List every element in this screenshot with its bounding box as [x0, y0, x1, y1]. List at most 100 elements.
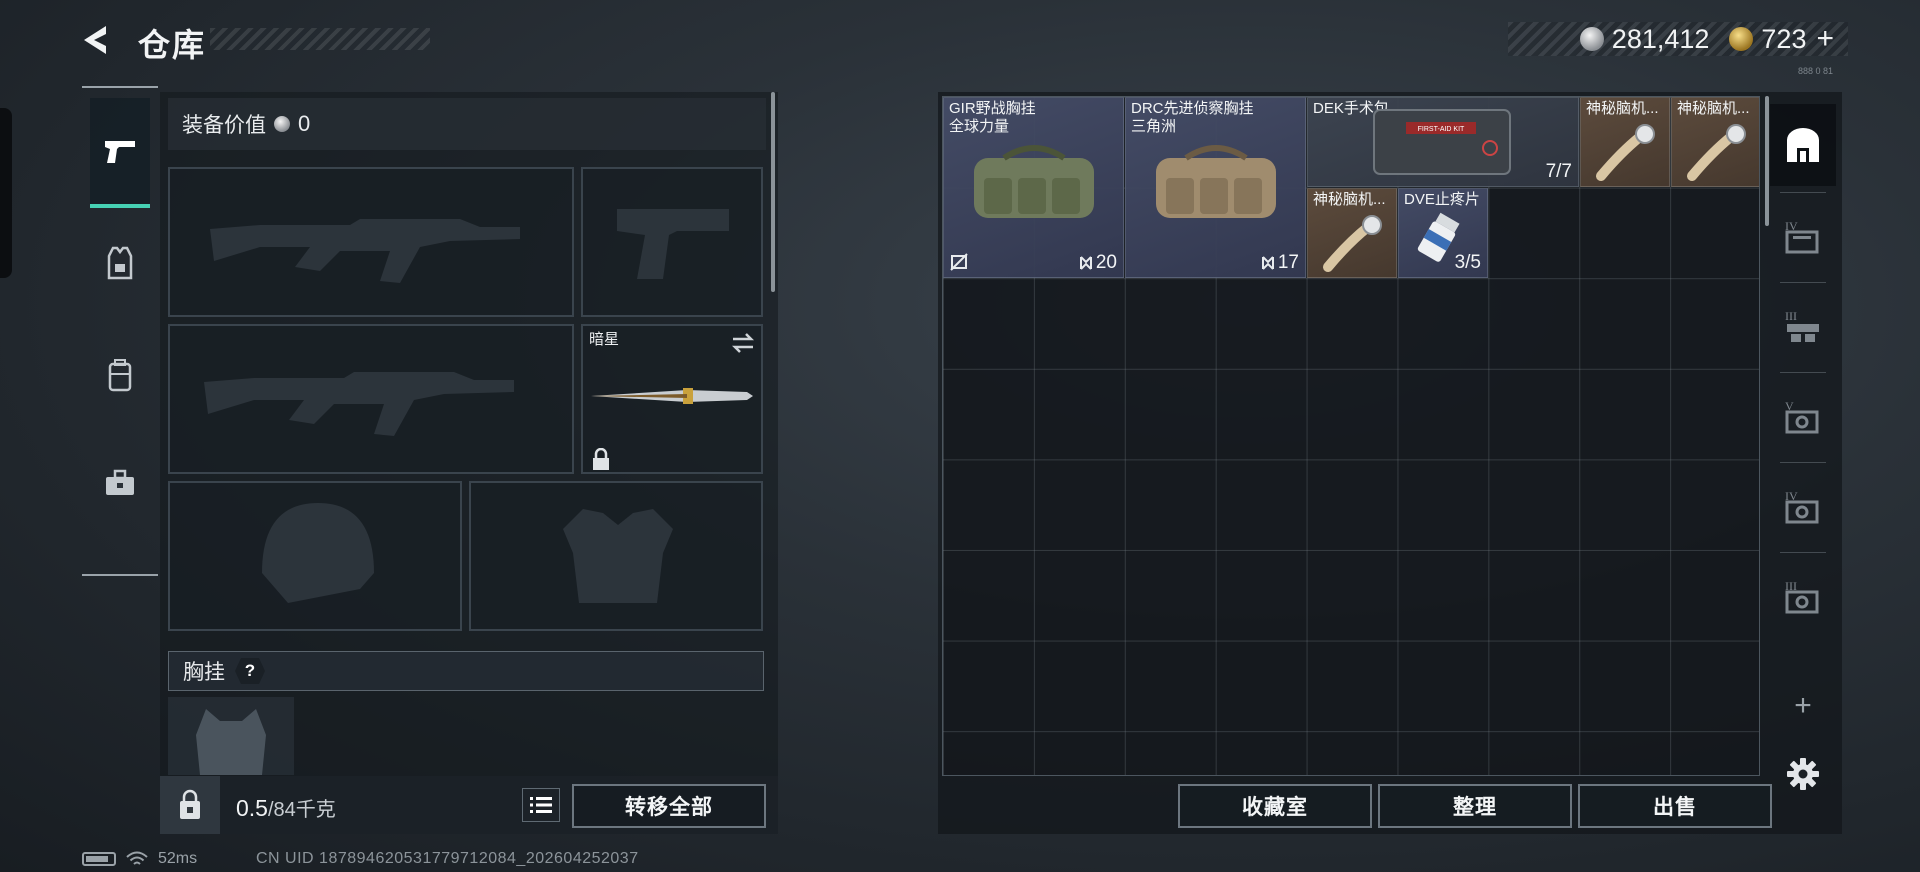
- help-icon[interactable]: ?: [235, 658, 265, 684]
- brain-chip-image: [1596, 124, 1655, 181]
- gold-balance: 723: [1761, 23, 1807, 54]
- weight-total: /84千克: [267, 799, 336, 821]
- chest-rig-image: [1156, 145, 1276, 218]
- backpack-icon: [108, 359, 132, 392]
- weight-current: 0.5: [236, 795, 268, 821]
- rifle-silhouette-icon: [204, 372, 514, 436]
- silver-coin-icon: [274, 116, 290, 132]
- tab-stash[interactable]: [1770, 104, 1836, 186]
- item-name: DRC先进侦察胸挂: [1131, 100, 1254, 117]
- durability-icon: [1261, 256, 1274, 270]
- bag-lock-icon: [180, 789, 200, 819]
- rig-silhouette-icon: [196, 709, 266, 775]
- grid-item[interactable]: DVE止疼片 3/5: [1398, 188, 1488, 278]
- equipment-value-bar: 装备价值 0: [168, 98, 766, 150]
- helmet-slot[interactable]: [168, 481, 462, 631]
- container-iii-b-icon: III: [1785, 579, 1819, 614]
- item-name: GIR野战胸挂: [949, 100, 1036, 117]
- status-bar: 52ms: [82, 850, 197, 868]
- toolbox-icon: [106, 469, 134, 495]
- kit-label: FIRST-AID KIT: [1418, 126, 1465, 133]
- category-backpack[interactable]: [90, 320, 150, 430]
- item-count: 3/5: [1454, 252, 1481, 273]
- equipment-value: 0: [298, 111, 311, 136]
- container-iv-icon: IV: [1785, 219, 1819, 254]
- sort-button[interactable]: 整理: [1378, 784, 1572, 828]
- weight-lock-button[interactable]: [160, 776, 220, 834]
- storage-grid[interactable]: GIR野战胸挂 全球力量 20 DRC先进侦察胸挂 三角洲 17 DEK手术包 …: [942, 96, 1760, 776]
- gear-icon: [1787, 758, 1819, 790]
- page-title: 仓库: [138, 27, 207, 63]
- storage-tabs: IV III V IV III +: [1770, 96, 1836, 834]
- rifle-silhouette-icon: [210, 219, 520, 283]
- transfer-all-button[interactable]: 转移全部: [572, 784, 766, 828]
- add-container-button[interactable]: +: [1770, 676, 1836, 736]
- melee-slot[interactable]: 暗星: [581, 324, 763, 474]
- back-arrow-icon: [84, 26, 106, 54]
- item-count: 7/7: [1545, 161, 1572, 182]
- stash-icon: [1787, 128, 1819, 162]
- equipment-value-label: 装备价值: [182, 114, 266, 137]
- grid-item[interactable]: 神秘脑机...: [1307, 188, 1397, 278]
- tab-container-iv-b[interactable]: IV: [1770, 466, 1836, 548]
- pistol-icon: [105, 141, 135, 163]
- settings-button[interactable]: [1770, 744, 1836, 804]
- grid-item[interactable]: DEK手术包 FIRST-AID KIT 7/7: [1307, 97, 1579, 187]
- silver-coin-icon: [1579, 27, 1604, 51]
- build-id: 888 0 81: [1798, 66, 1834, 76]
- storage-scrollbar[interactable]: [1765, 96, 1769, 226]
- list-view-button[interactable]: [522, 788, 560, 822]
- sidearm-slot[interactable]: [581, 167, 763, 317]
- armor-vest-icon: [107, 246, 133, 280]
- title-decoration: [210, 28, 430, 50]
- item-durability: 20: [1095, 252, 1117, 273]
- weight-readout: 0.5/84千克: [236, 793, 336, 822]
- back-button[interactable]: [80, 22, 116, 58]
- vault-button[interactable]: 收藏室: [1178, 784, 1372, 828]
- item-durability: 17: [1277, 252, 1299, 273]
- sell-button[interactable]: 出售: [1578, 784, 1772, 828]
- melee-name: 暗星: [589, 331, 620, 348]
- secondary-weapon-slot[interactable]: [168, 324, 574, 474]
- gold-coin-icon: [1729, 27, 1754, 51]
- add-currency-button[interactable]: +: [1816, 22, 1834, 56]
- grid-item[interactable]: 神秘脑机...: [1580, 97, 1670, 187]
- tab-container-iii-b[interactable]: III: [1770, 556, 1836, 638]
- container-v-icon: V: [1785, 399, 1819, 434]
- category-armor[interactable]: [90, 208, 150, 318]
- body-armor-slot[interactable]: [469, 481, 763, 631]
- knife-icon: [591, 388, 753, 404]
- grid-item[interactable]: DRC先进侦察胸挂 三角洲 17: [1125, 97, 1306, 278]
- edge-handle: [0, 108, 12, 278]
- tab-container-v[interactable]: V: [1770, 376, 1836, 458]
- swap-icon[interactable]: [731, 332, 755, 354]
- equipment-scrollbar[interactable]: [771, 92, 775, 292]
- category-weapons[interactable]: [90, 98, 150, 208]
- item-subname: 全球力量: [949, 118, 1010, 135]
- currency-bar: 281,412 723 +: [1508, 22, 1848, 56]
- wifi-icon: [126, 851, 148, 865]
- chest-rig-slot[interactable]: [168, 697, 294, 775]
- primary-weapon-slot[interactable]: [168, 167, 574, 317]
- grid-item[interactable]: GIR野战胸挂 全球力量 20: [943, 97, 1124, 278]
- tab-container-iv[interactable]: IV: [1770, 196, 1836, 278]
- ping-readout: 52ms: [158, 850, 198, 867]
- brain-chip-image: [1323, 215, 1382, 272]
- chest-rig-header: 胸挂 ?: [168, 651, 764, 691]
- grid-item[interactable]: 神秘脑机...: [1671, 97, 1759, 187]
- armor-silhouette-icon: [563, 509, 673, 603]
- item-name: DVE止疼片: [1404, 191, 1480, 208]
- silver-balance: 281,412: [1611, 23, 1710, 54]
- tab-container-iii[interactable]: III: [1770, 286, 1836, 368]
- item-name: 神秘脑机...: [1586, 100, 1659, 117]
- item-subname: 三角洲: [1131, 118, 1177, 135]
- durability-icon: [1079, 256, 1092, 270]
- category-toolbox[interactable]: [90, 428, 150, 538]
- chest-rig-label: 胸挂: [183, 661, 225, 684]
- lock-icon: [593, 448, 609, 470]
- broken-icon: [950, 253, 968, 271]
- item-name: 神秘脑机...: [1677, 100, 1750, 117]
- category-sidebar: [82, 86, 158, 576]
- chest-rig-image: [974, 145, 1094, 218]
- container-tier: III: [1785, 309, 1797, 323]
